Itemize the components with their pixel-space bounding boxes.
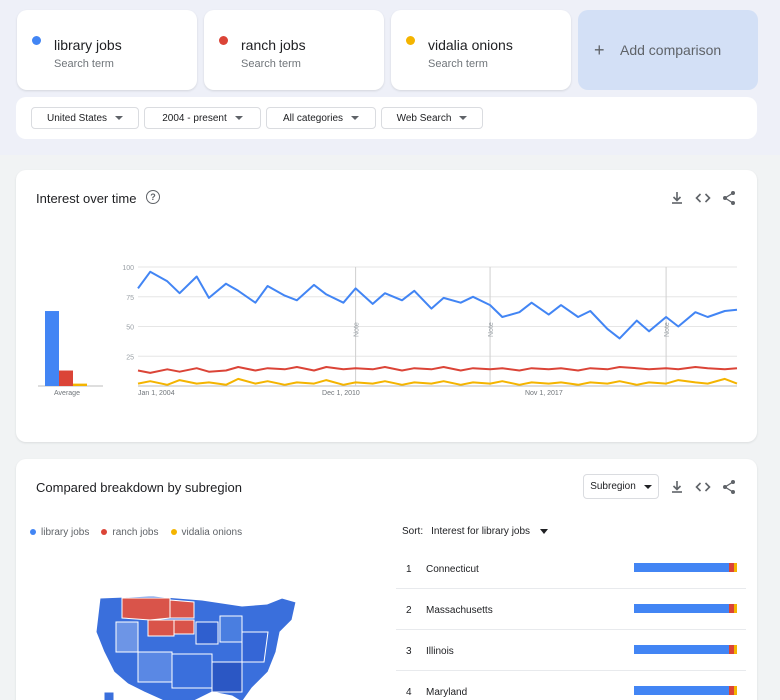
share-bar: [634, 645, 737, 654]
note-marker-label: Note: [354, 322, 361, 337]
legend-color-dot: [170, 529, 177, 536]
y-tick-label: 100: [122, 265, 134, 272]
share-segment: [634, 563, 729, 572]
series-line-ranch-jobs: [137, 366, 738, 374]
download-icon[interactable]: [669, 479, 685, 495]
ranking-row[interactable]: 1 Connecticut: [396, 549, 746, 589]
rank-number: 1: [406, 564, 412, 575]
term-name: library jobs: [54, 37, 122, 53]
term-color-dot: [406, 36, 415, 45]
plus-icon: +: [594, 39, 605, 60]
y-tick-label: 75: [126, 295, 134, 302]
rank-number: 4: [406, 687, 412, 698]
series-line-library-jobs: [137, 270, 738, 340]
average-bar: [73, 383, 87, 386]
share-segment: [733, 563, 737, 572]
term-name: vidalia onions: [428, 37, 513, 53]
time-filter[interactable]: 2004 - present: [144, 107, 261, 129]
series-line-vidalia-onions: [137, 377, 738, 386]
rank-number: 3: [406, 646, 412, 657]
legend-item: ranch jobs: [101, 527, 159, 538]
note-marker-label: Note: [664, 322, 671, 337]
rank-number: 2: [406, 605, 412, 616]
term-type: Search term: [54, 58, 114, 70]
sort-control: Sort: Interest for library jobs: [402, 526, 549, 537]
add-comparison-label: Add comparison: [620, 42, 722, 58]
category-filter-label: All categories: [282, 112, 344, 124]
term-card-library-jobs[interactable]: library jobs Search term: [17, 10, 197, 90]
card-title: Compared breakdown by subregion: [36, 480, 242, 495]
legend-item: vidalia onions: [170, 527, 243, 538]
y-tick-label: 25: [126, 354, 134, 361]
ranking-row[interactable]: 4 Maryland: [396, 672, 746, 700]
us-subregion-map[interactable]: [92, 592, 302, 700]
note-marker-label: Note: [488, 322, 495, 337]
interest-over-time-card: Interest over time ? 25 50 75 100 Jan 1, 200…: [16, 170, 757, 442]
legend-label: library jobs: [41, 527, 90, 538]
caret-down-icon: [234, 116, 243, 120]
filter-bar: United States 2004 - present All categor…: [16, 97, 757, 139]
term-color-dot: [32, 36, 41, 45]
share-bar: [634, 604, 737, 613]
region-filter-label: United States: [46, 112, 108, 124]
share-segment: [733, 604, 737, 613]
share-bar: [634, 686, 737, 695]
share-segment: [733, 686, 737, 695]
legend-label: ranch jobs: [112, 527, 159, 538]
x-tick-label: Nov 1, 2017: [525, 390, 563, 397]
legend-color-dot: [30, 529, 36, 536]
search-type-filter[interactable]: Web Search: [381, 107, 483, 129]
sort-prefix: Sort:: [402, 526, 424, 537]
term-type: Search term: [241, 58, 301, 70]
term-card-ranch-jobs[interactable]: ranch jobs Search term: [204, 10, 384, 90]
subregion-name: Maryland: [426, 687, 468, 698]
embed-code-icon[interactable]: [695, 479, 711, 495]
add-comparison-button[interactable]: + Add comparison: [578, 10, 758, 90]
region-level-dropdown[interactable]: Subregion: [583, 474, 659, 499]
region-level-label: Subregion: [590, 481, 636, 492]
ranking-row[interactable]: 3 Illinois: [396, 631, 746, 671]
x-tick-label: Dec 1, 2010: [322, 390, 360, 397]
subregion-name: Illinois: [426, 646, 454, 657]
ranking-row[interactable]: 2 Massachusetts: [396, 590, 746, 630]
x-tick-label: Jan 1, 2004: [138, 390, 175, 397]
term-color-dot: [219, 36, 228, 45]
sort-value: Interest for library jobs: [431, 526, 531, 537]
subregion-name: Connecticut: [426, 564, 479, 575]
average-label: Average: [54, 390, 80, 397]
term-card-vidalia-onions[interactable]: vidalia onions Search term: [391, 10, 571, 90]
caret-down-icon: [540, 529, 549, 534]
interest-chart: 25 50 75 100 Jan 1, 2004 Dec 1, 2010 Nov 1, 20…: [38, 265, 738, 397]
average-bar: [59, 370, 73, 386]
caret-down-icon: [351, 116, 360, 120]
caret-down-icon: [459, 116, 468, 120]
share-segment: [634, 686, 729, 695]
share-bar: [634, 563, 737, 572]
legend-label: vidalia onions: [181, 527, 243, 538]
breakdown-legend: library jobs ranch jobs vidalia onions: [30, 527, 242, 538]
term-name: ranch jobs: [241, 37, 306, 53]
y-tick-label: 50: [126, 325, 134, 332]
region-filter[interactable]: United States: [31, 107, 139, 129]
caret-down-icon: [643, 484, 652, 489]
time-filter-label: 2004 - present: [162, 112, 227, 124]
category-filter[interactable]: All categories: [266, 107, 376, 129]
legend-color-dot: [101, 529, 108, 536]
subregion-name: Massachusetts: [426, 605, 493, 616]
share-segment: [733, 645, 737, 654]
legend-item: library jobs: [30, 527, 89, 538]
sort-dropdown[interactable]: Interest for library jobs: [431, 526, 549, 537]
share-icon[interactable]: [721, 479, 737, 495]
average-bar: [45, 311, 59, 386]
search-type-filter-label: Web Search: [396, 112, 452, 124]
caret-down-icon: [115, 116, 124, 120]
share-segment: [634, 645, 729, 654]
term-type: Search term: [428, 58, 488, 70]
share-segment: [634, 604, 729, 613]
